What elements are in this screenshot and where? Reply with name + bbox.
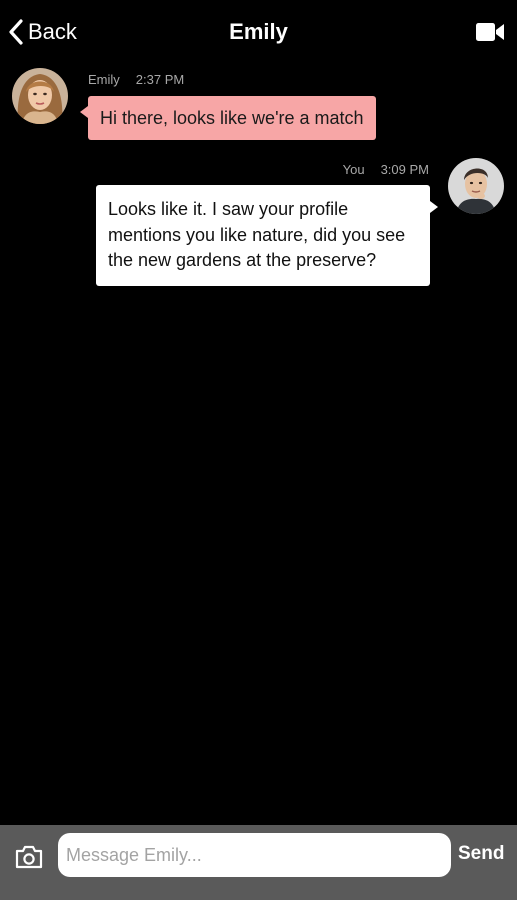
your-avatar[interactable] (448, 158, 504, 214)
send-button[interactable]: Send (458, 843, 504, 865)
video-call-button[interactable] (475, 20, 505, 44)
message-composer: Send (0, 825, 517, 900)
message-time: 3:09 PM (380, 162, 429, 177)
emily-message-meta: Emily 2:37 PM (88, 72, 184, 87)
your-message-meta: You 3:09 PM (343, 162, 429, 177)
emily-avatar[interactable] (12, 68, 68, 124)
camera-button[interactable] (14, 844, 44, 870)
sender-name: Emily (88, 72, 120, 87)
outgoing-message-bubble: Looks like it. I saw your profile mentio… (96, 185, 438, 286)
message-input[interactable] (58, 833, 451, 877)
video-camera-icon (475, 23, 505, 48)
chat-header: Back Emily (0, 0, 517, 64)
incoming-message-bubble: Hi there, looks like we're a match (80, 96, 376, 140)
message-time: 2:37 PM (135, 72, 185, 87)
sender-name: You (342, 162, 365, 177)
chat-title: Emily (229, 19, 288, 44)
camera-icon (14, 845, 44, 874)
